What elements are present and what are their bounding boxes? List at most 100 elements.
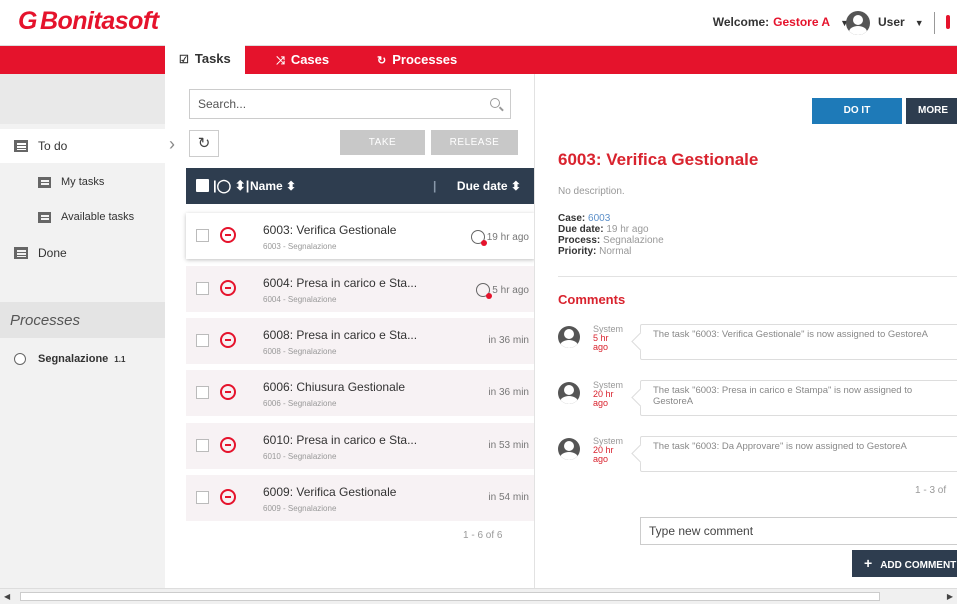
task-name: 6009: Verifica Gestionale (263, 485, 397, 499)
more-button[interactable]: MORE (906, 98, 957, 124)
refresh-button[interactable]: ↻ (189, 130, 219, 157)
comment-text: The task "6003: Verifica Gestionale" is … (640, 324, 957, 360)
task-description: No description. (558, 186, 625, 197)
checkbox-icon: ☑ (179, 54, 189, 66)
tab-tasks[interactable]: ☑ Tasks (165, 44, 245, 74)
priority-icon (220, 227, 236, 243)
row-checkbox[interactable] (196, 334, 209, 347)
task-case: 6009 - Segnalazione (263, 504, 337, 513)
task-name: 6010: Presa in carico e Sta... (263, 433, 418, 447)
welcome-username: Gestore A (773, 15, 831, 29)
comment-avatar-icon (558, 438, 580, 460)
caret-down-icon: ▼ (914, 18, 924, 28)
table-row[interactable]: 6006: Chiusura Gestionale 6006 - Segnala… (186, 370, 535, 416)
take-button[interactable]: TAKE (340, 130, 425, 155)
add-comment-button[interactable]: + ADD COMMENT (852, 550, 957, 577)
task-due: in 53 min (488, 440, 529, 451)
add-comment-label: ADD COMMENT (880, 560, 957, 571)
table-row[interactable]: 6009: Verifica Gestionale 6009 - Segnala… (186, 475, 535, 521)
sidebar-item-available-tasks[interactable]: Available tasks (0, 200, 165, 234)
radio-icon[interactable] (14, 353, 26, 365)
logo-text: Bonitasoft (39, 7, 159, 35)
sidebar-item-label: Available tasks (61, 211, 135, 223)
row-checkbox[interactable] (196, 491, 209, 504)
comment-time: 5 hr ago (593, 333, 609, 352)
row-checkbox[interactable] (196, 229, 209, 242)
priority-sort-icon[interactable]: |◯ ⬍| (213, 178, 249, 194)
task-list-panel: › ↻ TAKE RELEASE |◯ ⬍| Name ⬍ | Due date… (165, 74, 544, 588)
inbox-icon (14, 140, 28, 152)
comment-item: System 5 hr ago The task "6003: Verifica… (558, 324, 957, 368)
search-input[interactable] (190, 90, 470, 118)
comment-item: System 20 hr ago The task "6003: Presa i… (558, 380, 957, 424)
chevron-right-icon[interactable]: › (169, 134, 175, 155)
process-name: Segnalazione (38, 353, 109, 365)
due-date-column-header[interactable]: Due date ⬍ (457, 179, 521, 193)
sidebar-item-label: To do (38, 139, 68, 153)
meta-label: Due date: (558, 224, 604, 235)
scroll-right-icon[interactable]: ▶ (947, 592, 953, 601)
sidebar-item-todo[interactable]: To do (0, 129, 165, 163)
release-button[interactable]: RELEASE (431, 130, 518, 155)
task-name: 6003: Verifica Gestionale (263, 223, 397, 237)
tab-cases-label: Cases (290, 52, 330, 67)
table-row[interactable]: 6003: Verifica Gestionale 6003 - Segnala… (186, 213, 535, 259)
settings-icon[interactable] (946, 15, 950, 29)
top-bar: G Bonitasoft Welcome: Gestore A ▼ User ▼ (0, 0, 957, 46)
task-case: 6004 - Segnalazione (263, 295, 337, 304)
task-due-text: 19 hr ago (486, 231, 529, 243)
task-due: 5 hr ago (476, 283, 529, 299)
horizontal-scrollbar[interactable]: ◀ ▶ (0, 588, 957, 604)
priority-icon (220, 489, 236, 505)
processes-title: Processes (10, 312, 81, 329)
do-it-button[interactable]: DO IT (812, 98, 902, 124)
scrollbar-thumb[interactable] (20, 592, 880, 601)
meta-label: Process: (558, 235, 601, 246)
divider (558, 276, 957, 277)
sidebar-item-my-tasks[interactable]: My tasks (0, 165, 165, 199)
bonita-logo-icon: G (18, 7, 37, 35)
user-avatar-icon[interactable] (846, 11, 870, 35)
user-menu[interactable]: User ▼ (878, 15, 924, 29)
task-title: 6003: Verifica Gestionale (558, 150, 759, 169)
tab-tasks-label: Tasks (194, 51, 231, 66)
meta-value: Normal (599, 246, 632, 257)
sidebar-item-label: My tasks (61, 176, 105, 188)
row-checkbox[interactable] (196, 386, 209, 399)
meta-label: Priority: (558, 246, 597, 257)
tab-processes[interactable]: ↻ Processes (377, 46, 457, 74)
meta-value: Segnalazione (603, 235, 664, 246)
meta-value: 19 hr ago (606, 224, 649, 235)
table-row[interactable]: 6008: Presa in carico e Sta... 6008 - Se… (186, 318, 535, 364)
row-checkbox[interactable] (196, 282, 209, 295)
task-detail-panel: DO IT MORE 6003: Verifica Gestionale No … (535, 74, 957, 588)
row-checkbox[interactable] (196, 439, 209, 452)
table-row[interactable]: 6010: Presa in carico e Sta... 6010 - Se… (186, 423, 535, 469)
column-divider: | (433, 179, 437, 193)
select-all-checkbox[interactable] (196, 179, 209, 192)
comment-time: 20 hr ago (593, 445, 614, 464)
comment-avatar-icon (558, 382, 580, 404)
app-window: G Bonitasoft Welcome: Gestore A ▼ User ▼ ☑ Ta… (0, 0, 957, 604)
name-column-header[interactable]: Name ⬍ (250, 179, 296, 193)
new-comment-box (640, 517, 957, 545)
overdue-clock-icon (470, 230, 487, 246)
task-due: 19 hr ago (470, 230, 529, 246)
meta-label: Case: (558, 213, 586, 224)
sidebar-item-done[interactable]: Done (0, 236, 165, 270)
available-tasks-icon (38, 211, 51, 223)
new-comment-input[interactable] (641, 518, 941, 544)
welcome-menu[interactable]: Welcome: Gestore A ▼ (713, 15, 849, 29)
plus-icon: + (864, 555, 873, 571)
comment-item: System 20 hr ago The task "6003: Da Appr… (558, 436, 957, 480)
task-name: 6008: Presa in carico e Sta... (263, 328, 418, 342)
search-icon[interactable] (490, 98, 500, 108)
scroll-left-icon[interactable]: ◀ (4, 592, 10, 601)
comment-avatar-icon (558, 326, 580, 348)
case-link[interactable]: 6003 (588, 213, 610, 224)
user-label: User (878, 15, 905, 29)
tab-cases[interactable]: ⤨ Cases (276, 46, 329, 74)
table-row[interactable]: 6004: Presa in carico e Sta... 6004 - Se… (186, 266, 535, 312)
task-case: 6010 - Segnalazione (263, 452, 337, 461)
sidebar-item-process-segnalazione[interactable]: Segnalazione 1.1 (0, 344, 165, 374)
